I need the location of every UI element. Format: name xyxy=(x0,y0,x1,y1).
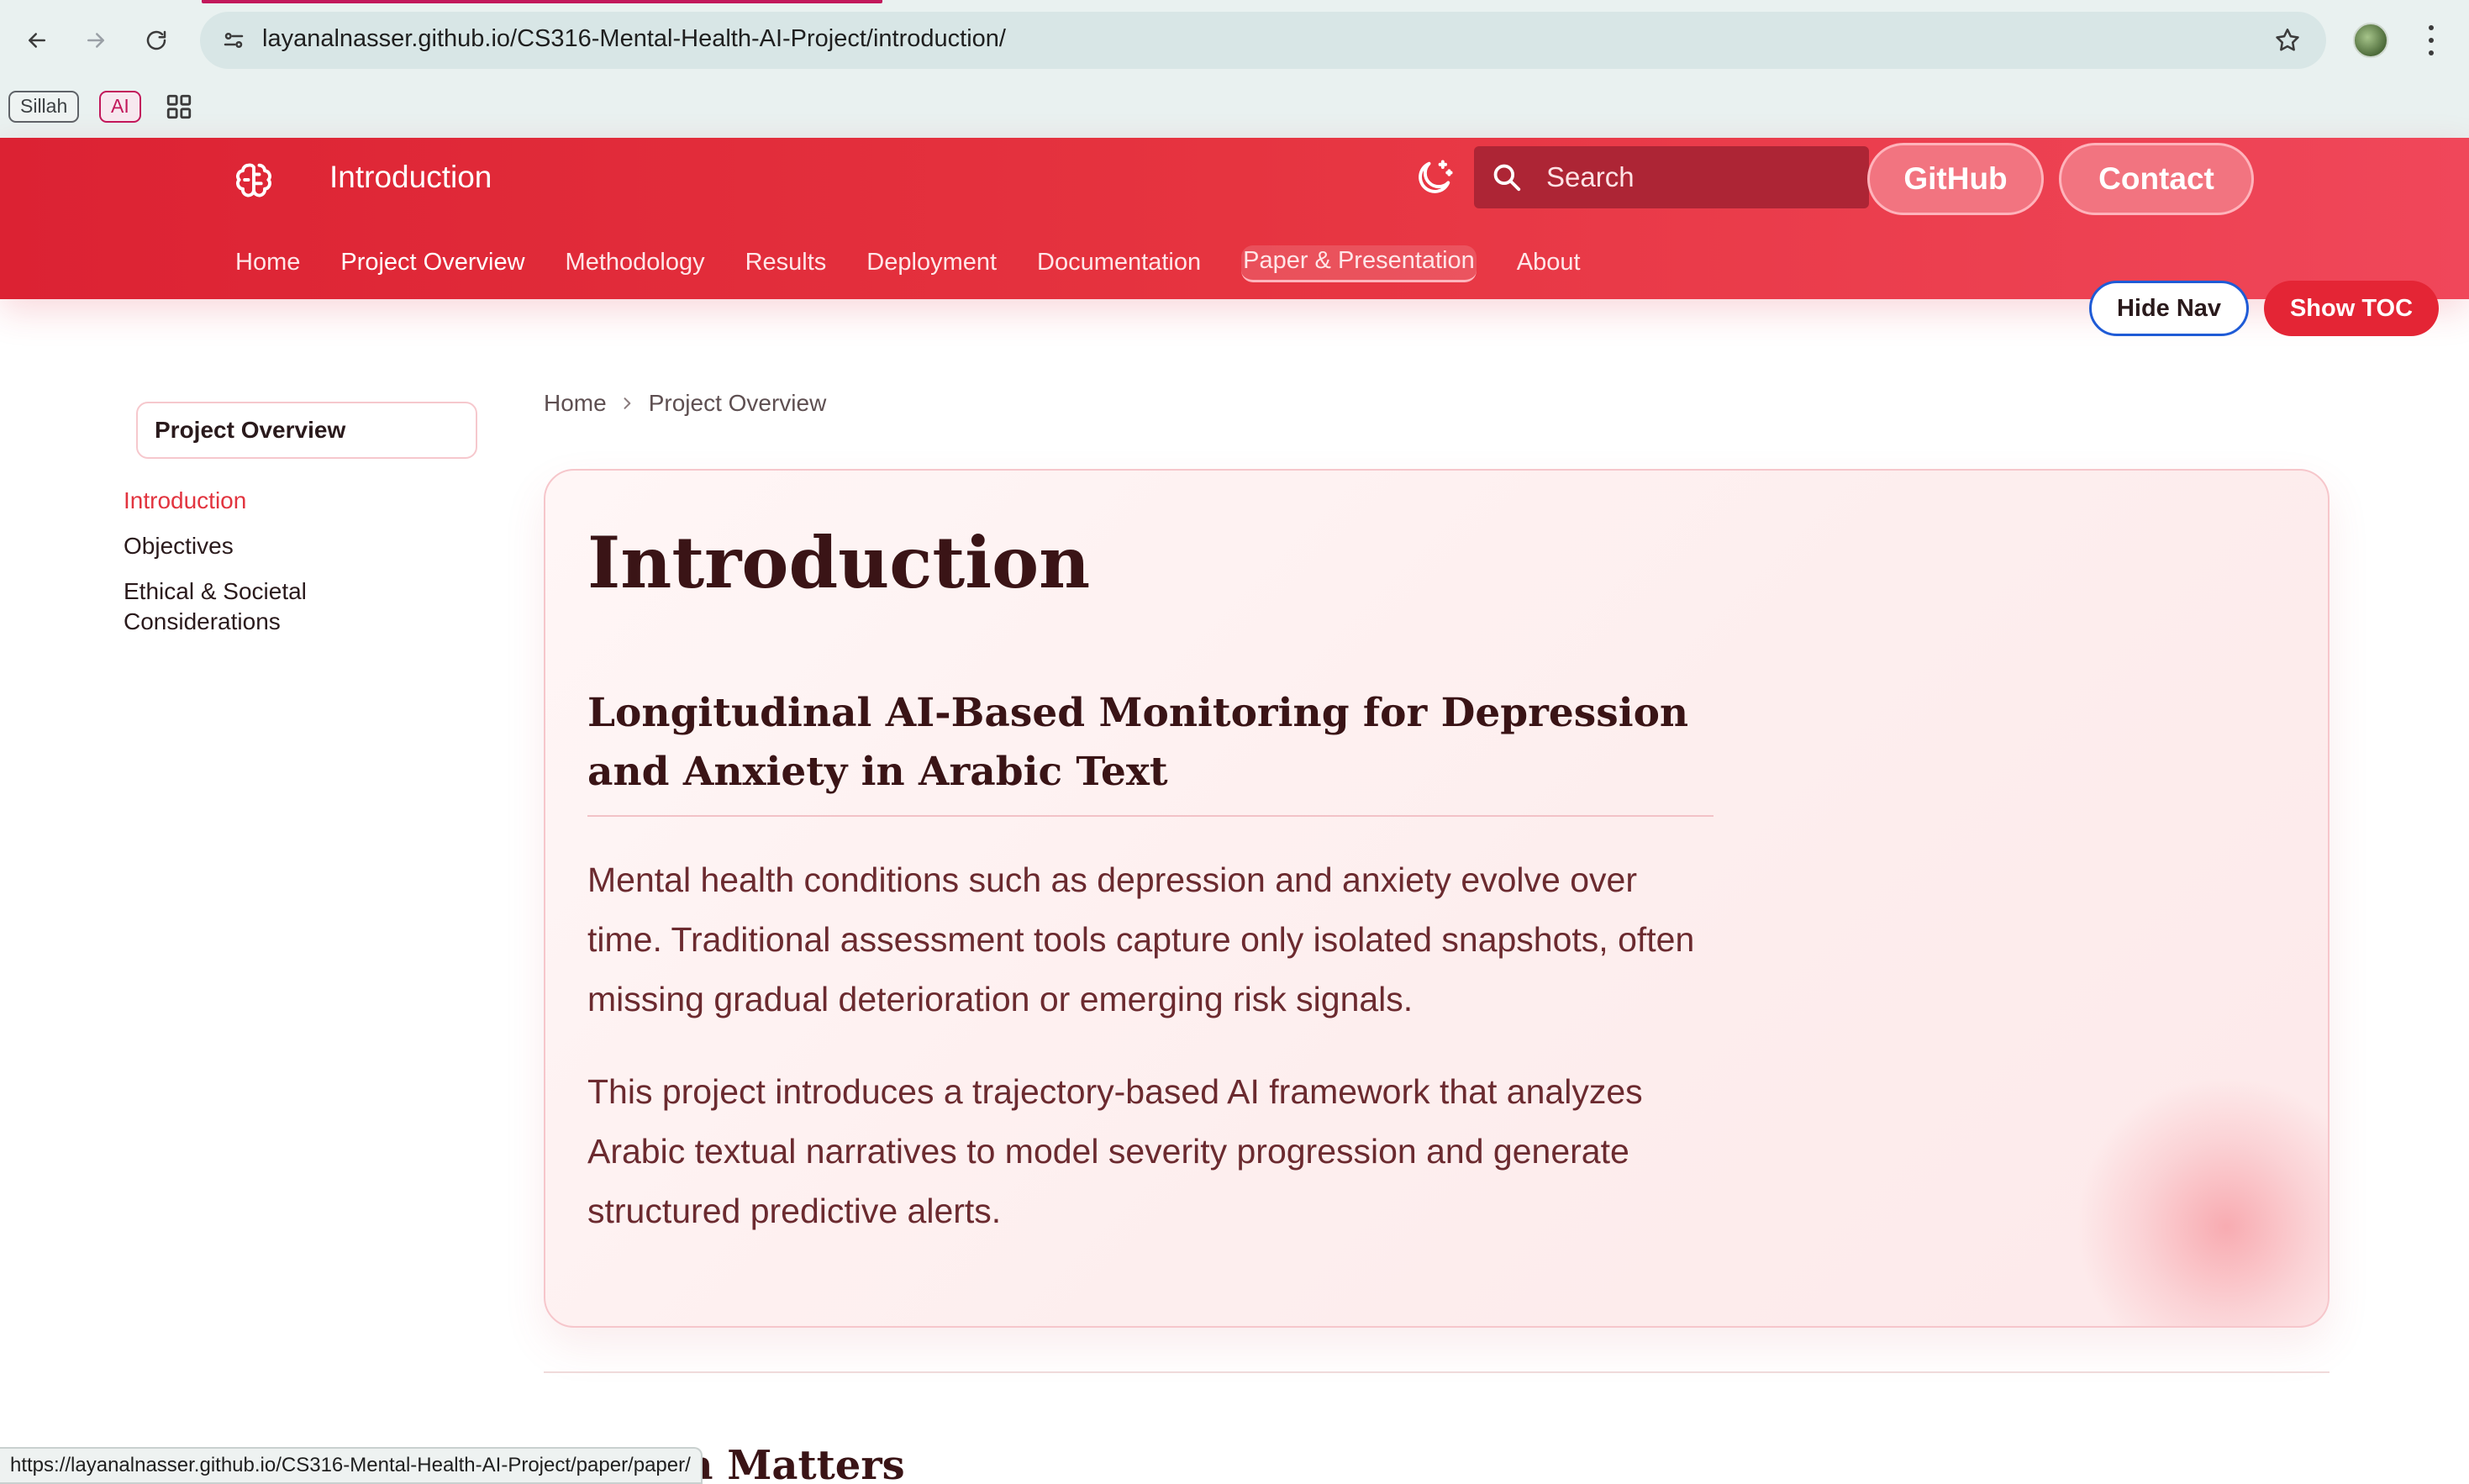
back-button[interactable] xyxy=(17,20,57,61)
bookmark-sillah[interactable]: Sillah xyxy=(8,91,80,123)
site-info-icon[interactable] xyxy=(217,24,250,57)
profile-avatar[interactable] xyxy=(2353,23,2388,58)
tab-results[interactable]: Results xyxy=(745,245,827,282)
forward-button[interactable] xyxy=(76,20,116,61)
section-divider xyxy=(544,1371,2329,1373)
site-header: Introduction GitHub Contact Home Project… xyxy=(0,138,2469,299)
page-title: Introduction xyxy=(587,521,1091,604)
sidebar-item-objectives[interactable]: Objectives xyxy=(124,531,376,561)
page-subtitle: Longitudinal AI-Based Monitoring for Dep… xyxy=(587,684,1714,817)
sidebar-section-title[interactable]: Project Overview xyxy=(136,402,477,459)
moon-icon[interactable] xyxy=(1412,156,1456,200)
tab-deployment[interactable]: Deployment xyxy=(866,245,997,282)
show-toc-button[interactable]: Show TOC xyxy=(2264,281,2439,336)
breadcrumb: Home Project Overview xyxy=(544,390,826,417)
sidebar-item-introduction[interactable]: Introduction xyxy=(124,486,376,516)
reload-icon xyxy=(146,30,166,50)
intro-paragraph-2: This project introduces a trajectory-bas… xyxy=(587,1072,1643,1230)
tab-methodology[interactable]: Methodology xyxy=(566,245,705,282)
apps-grid-icon[interactable] xyxy=(165,92,193,121)
sidebar-item-ethical-considerations[interactable]: Ethical & Societal Considerations xyxy=(124,576,376,637)
breadcrumb-project-overview: Project Overview xyxy=(648,390,827,416)
status-bar-url: https://layanalnasser.github.io/CS316-Me… xyxy=(0,1447,703,1484)
back-icon xyxy=(29,33,45,48)
contact-button[interactable]: Contact xyxy=(2059,143,2254,215)
browser-menu-icon[interactable] xyxy=(2419,22,2444,59)
tab-home[interactable]: Home xyxy=(235,245,300,282)
star-icon[interactable] xyxy=(2271,24,2304,57)
github-button[interactable]: GitHub xyxy=(1867,143,2044,215)
tab-project-overview[interactable]: Project Overview xyxy=(340,245,524,282)
tab-paper-presentation[interactable]: Paper & Presentation xyxy=(1241,245,1477,282)
chevron-right-icon xyxy=(624,397,631,409)
forward-icon xyxy=(87,33,104,48)
intro-card: Introduction Longitudinal AI-Based Monit… xyxy=(544,469,2329,1328)
tab-documentation[interactable]: Documentation xyxy=(1037,245,1201,282)
url-text[interactable]: layanalnasser.github.io/CS316-Mental-Hea… xyxy=(262,25,1006,53)
decorative-glow xyxy=(2075,1076,2328,1326)
search-input[interactable] xyxy=(1546,155,1849,200)
browser-toolbar: layanalnasser.github.io/CS316-Mental-Hea… xyxy=(0,0,2469,138)
search-box[interactable] xyxy=(1474,146,1869,208)
bookmark-ai[interactable]: AI xyxy=(99,91,141,123)
address-bar[interactable]: layanalnasser.github.io/CS316-Mental-Hea… xyxy=(200,12,2326,69)
brain-icon[interactable] xyxy=(232,158,276,202)
site-title[interactable]: Introduction xyxy=(329,160,492,195)
reload-button[interactable] xyxy=(136,20,176,61)
search-icon xyxy=(1493,164,1521,192)
main-nav: Home Project Overview Methodology Result… xyxy=(235,245,1621,282)
active-tab-indicator xyxy=(202,0,882,3)
intro-paragraph-1: Mental health conditions such as depress… xyxy=(587,860,1695,1018)
breadcrumb-home[interactable]: Home xyxy=(544,390,607,417)
tab-about[interactable]: About xyxy=(1517,245,1581,282)
hide-nav-button[interactable]: Hide Nav xyxy=(2089,281,2249,336)
